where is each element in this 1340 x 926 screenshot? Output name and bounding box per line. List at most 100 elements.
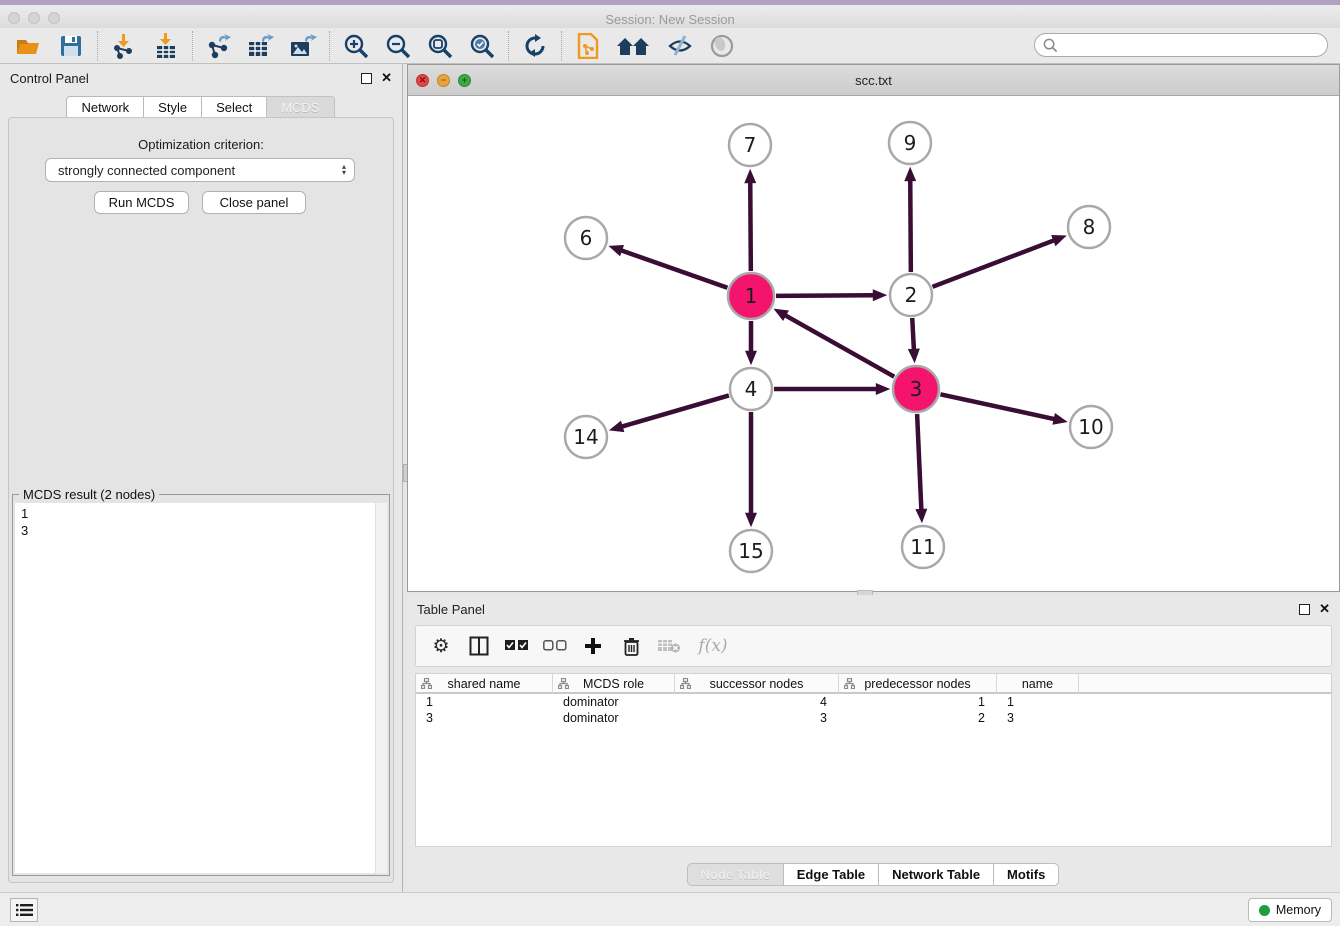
table-cell[interactable]: 2: [839, 710, 997, 726]
column-header-name[interactable]: name: [997, 674, 1079, 694]
optimization-criterion-select[interactable]: strongly connected component ▴▾: [45, 158, 355, 182]
svg-text:3: 3: [910, 377, 923, 401]
node-6[interactable]: 6: [565, 217, 607, 259]
zoom-fit-button[interactable]: [425, 31, 455, 61]
show-columns-button[interactable]: [466, 633, 492, 659]
node-11[interactable]: 11: [902, 526, 944, 568]
tab-motifs[interactable]: Motifs: [993, 863, 1059, 886]
mcds-result-text[interactable]: 1 3: [15, 503, 377, 873]
deselect-all-button[interactable]: [542, 633, 568, 659]
tab-style[interactable]: Style: [143, 96, 202, 119]
node-8[interactable]: 8: [1068, 206, 1110, 248]
result-scrollbar[interactable]: [375, 503, 387, 873]
node-1[interactable]: 1: [728, 273, 774, 319]
float-panel-icon[interactable]: [361, 73, 372, 84]
run-mcds-button[interactable]: Run MCDS: [94, 191, 189, 214]
close-panel-button[interactable]: Close panel: [202, 191, 306, 214]
import-network-button[interactable]: [109, 31, 139, 61]
edge-3-11[interactable]: [917, 414, 921, 510]
node-table[interactable]: shared nameMCDS rolesuccessor nodesprede…: [415, 673, 1332, 847]
node-15[interactable]: 15: [730, 530, 772, 572]
import-table-icon: [153, 33, 179, 59]
fx-icon: f(x): [698, 636, 727, 656]
table-cell[interactable]: 3: [675, 710, 839, 726]
table-cell[interactable]: 3: [416, 710, 553, 726]
node-10[interactable]: 10: [1070, 406, 1112, 448]
edge-2-8[interactable]: [932, 240, 1054, 287]
table-cell[interactable]: dominator: [553, 694, 675, 710]
delete-table-icon: [657, 638, 681, 654]
cyndex-home-button[interactable]: [615, 31, 653, 61]
search-icon: [1043, 38, 1058, 53]
control-panel-tabs: NetworkStyleSelectMCDS: [0, 96, 402, 119]
edge-3-1[interactable]: [785, 315, 894, 377]
table-settings-button[interactable]: ⚙: [428, 633, 454, 659]
table-panel-title: Table Panel: [417, 602, 1299, 617]
apply-layout-button[interactable]: [520, 31, 550, 61]
export-network-button[interactable]: [204, 31, 234, 61]
delete-table-button[interactable]: [656, 633, 682, 659]
node-7[interactable]: 7: [729, 124, 771, 166]
search-input[interactable]: [1058, 35, 1327, 55]
table-cell[interactable]: 1: [416, 694, 553, 710]
node-14[interactable]: 14: [565, 416, 607, 458]
memory-button[interactable]: Memory: [1248, 898, 1332, 922]
select-stepper-icon: ▴▾: [342, 164, 346, 176]
import-table-button[interactable]: [151, 31, 181, 61]
create-column-button[interactable]: [580, 633, 606, 659]
control-panel-header: Control Panel ✕: [0, 64, 402, 92]
tab-mcds[interactable]: MCDS: [266, 96, 334, 119]
select-all-button[interactable]: [504, 633, 530, 659]
zoom-selected-button[interactable]: [467, 31, 497, 61]
node-2[interactable]: 2: [890, 274, 932, 316]
column-header-shared-name[interactable]: shared name: [416, 674, 553, 694]
memory-status-dot: [1259, 905, 1270, 916]
network-graph[interactable]: 7 9 6 8 1 2 4 3 14 10 15 11: [408, 96, 1339, 591]
task-history-button[interactable]: [10, 898, 38, 922]
delete-column-button[interactable]: [618, 633, 644, 659]
birds-eye-view-button[interactable]: [707, 31, 737, 61]
tab-network[interactable]: Network: [66, 96, 144, 119]
export-image-button[interactable]: [288, 31, 318, 61]
tab-network-table[interactable]: Network Table: [878, 863, 994, 886]
zoom-in-button[interactable]: [341, 31, 371, 61]
float-panel-icon[interactable]: [1299, 604, 1310, 615]
level-of-detail-button[interactable]: [665, 31, 695, 61]
table-row[interactable]: 1dominator411: [416, 694, 1331, 710]
close-panel-icon[interactable]: ✕: [1319, 601, 1330, 617]
refresh-layout-icon: [523, 34, 547, 58]
column-header-predecessor-nodes[interactable]: predecessor nodes: [839, 674, 997, 694]
column-header-successor-nodes[interactable]: successor nodes: [675, 674, 839, 694]
node-9[interactable]: 9: [889, 122, 931, 164]
edge-2-3[interactable]: [912, 318, 914, 350]
export-table-button[interactable]: [246, 31, 276, 61]
edge-1-2[interactable]: [776, 295, 874, 296]
unchecked-boxes-icon: [543, 640, 567, 652]
open-in-ndex-button[interactable]: [573, 31, 603, 61]
save-session-button[interactable]: [56, 31, 86, 61]
network-view-window: ✕ − + scc.txt 7968124314101511: [407, 64, 1340, 592]
table-cell[interactable]: 1: [997, 694, 1079, 710]
zoom-out-button[interactable]: [383, 31, 413, 61]
table-row[interactable]: 3dominator323: [416, 710, 1331, 726]
tab-select[interactable]: Select: [201, 96, 267, 119]
edge-1-7[interactable]: [750, 182, 751, 271]
tab-edge-table[interactable]: Edge Table: [783, 863, 879, 886]
open-session-button[interactable]: [14, 31, 44, 61]
table-cell[interactable]: 4: [675, 694, 839, 710]
tab-node-table[interactable]: Node Table: [687, 863, 784, 886]
edge-3-10[interactable]: [940, 394, 1054, 419]
node-3[interactable]: 3: [893, 366, 939, 412]
table-cell[interactable]: 3: [997, 710, 1079, 726]
close-panel-icon[interactable]: ✕: [381, 70, 392, 86]
column-header-mcds-role[interactable]: MCDS role: [553, 674, 675, 694]
node-4[interactable]: 4: [730, 368, 772, 410]
edge-1-6[interactable]: [621, 250, 728, 287]
svg-text:14: 14: [573, 425, 598, 449]
edge-4-14[interactable]: [622, 395, 729, 426]
edge-2-9[interactable]: [910, 180, 911, 272]
table-cell[interactable]: dominator: [553, 710, 675, 726]
table-cell[interactable]: 1: [839, 694, 997, 710]
function-builder-button[interactable]: f(x): [694, 633, 732, 659]
table-panel: Table Panel ✕ ⚙ f(x) shared nameMCDS rol…: [407, 595, 1340, 890]
